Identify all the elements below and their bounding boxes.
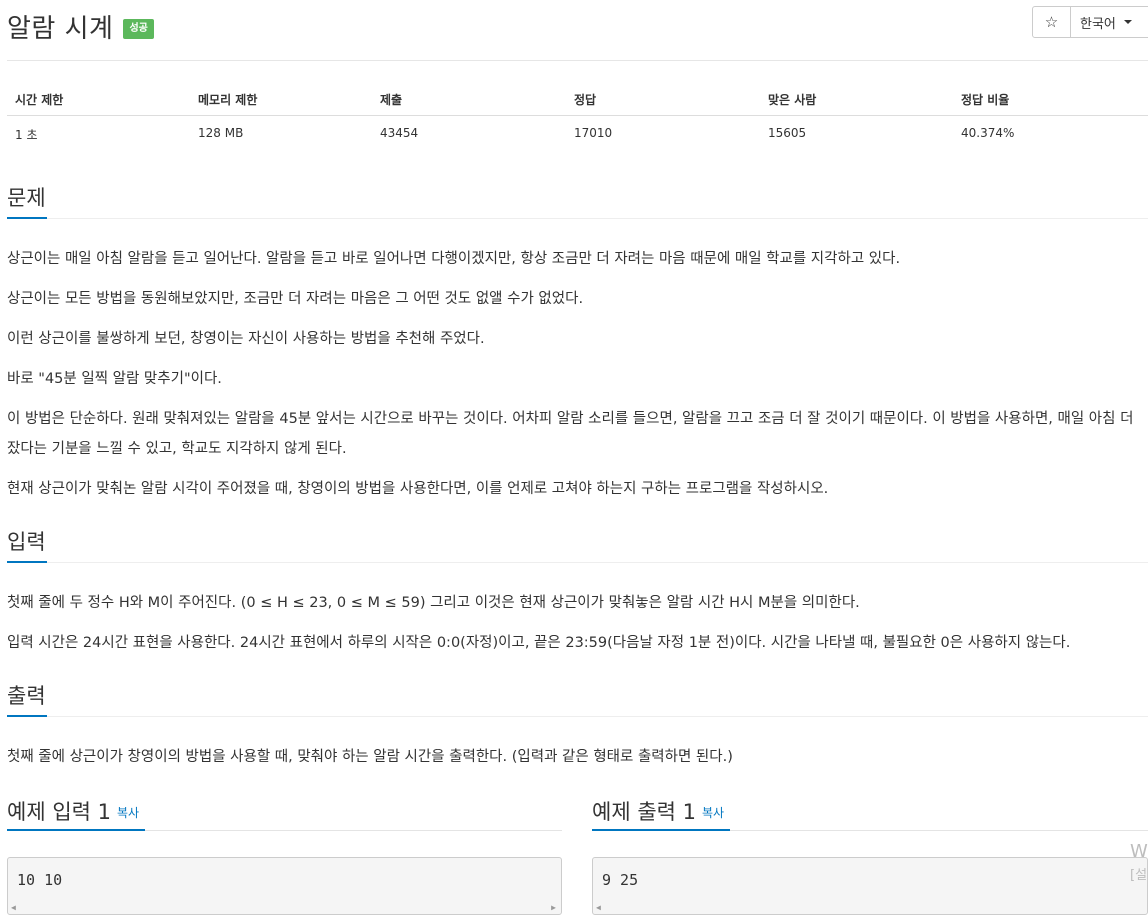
- solvers-value: 15605: [768, 126, 807, 140]
- info-table-row: 1 초 128 MB 43454 17010 15605 40.374%: [7, 116, 1148, 150]
- accepted-header: 정답: [574, 93, 597, 107]
- favorite-button[interactable]: ☆: [1032, 6, 1071, 38]
- scroll-left-icon[interactable]: ◀: [11, 903, 16, 912]
- ratio-header: 정답 비율: [961, 93, 1010, 107]
- copy-sample-output-link[interactable]: 복사: [702, 806, 724, 820]
- input-paragraph-1: 첫째 줄에 두 정수 H와 M이 주어진다. (0 ≤ H ≤ 23, 0 ≤ …: [7, 595, 860, 611]
- sample-input-title: 예제 입력 1 복사: [7, 796, 139, 826]
- output-paragraph-1: 첫째 줄에 상근이가 창영이의 방법을 사용할 때, 맞춰야 하는 알람 시간을…: [7, 749, 733, 765]
- output-section-underline: [7, 715, 47, 717]
- problem-paragraph-4: 바로 "45분 일찍 알람 맞추기"이다.: [7, 371, 222, 387]
- problem-paragraph-5: 이 방법은 단순하다. 원래 맞춰져있는 알람을 45분 앞서는 시간으로 바꾸…: [7, 411, 1134, 457]
- problem-page: 알람 시계 성공 ☆ 한국어 시간 제한 메모리 제한 제출 정답 맞은 사람 …: [0, 0, 1148, 922]
- scroll-left-icon[interactable]: ◀: [596, 903, 601, 912]
- caret-down-icon: [1123, 20, 1132, 24]
- problem-header: 알람 시계 성공: [7, 6, 154, 46]
- solvers-header: 맞은 사람: [768, 93, 817, 107]
- info-table-header: 시간 제한 메모리 제한 제출 정답 맞은 사람 정답 비율: [7, 82, 1148, 116]
- scroll-right-icon[interactable]: ▶: [551, 903, 556, 912]
- watermark: W [설: [1130, 840, 1148, 888]
- input-section-divider: [7, 562, 1148, 563]
- sample-output-underline: [592, 829, 730, 831]
- copy-sample-input-link[interactable]: 복사: [117, 806, 139, 820]
- time-limit-header: 시간 제한: [15, 93, 64, 107]
- input-section-underline: [7, 561, 47, 563]
- input-section-title: 입력: [7, 530, 46, 554]
- submissions-header: 제출: [380, 93, 403, 107]
- input-paragraph-2: 입력 시간은 24시간 표현을 사용한다. 24시간 표현에서 하루의 시작은 …: [7, 635, 1071, 651]
- problem-section-divider: [7, 218, 1148, 219]
- memory-limit-value: 128 MB: [198, 126, 244, 140]
- sample-input-value: 10 10: [17, 871, 63, 889]
- problem-info-table: 시간 제한 메모리 제한 제출 정답 맞은 사람 정답 비율 1 초 128 M…: [7, 82, 1148, 150]
- memory-limit-header: 메모리 제한: [198, 93, 258, 107]
- header-toolbar: ☆ 한국어: [1032, 6, 1148, 38]
- header-divider: [7, 60, 1148, 61]
- sample-output-box[interactable]: 9 25 ◀: [592, 857, 1148, 915]
- output-section-divider: [7, 716, 1148, 717]
- sample-input-underline: [7, 829, 145, 831]
- problem-paragraph-6: 현재 상근이가 맞춰논 알람 시각이 주어졌을 때, 창영이의 방법을 사용한다…: [7, 481, 829, 497]
- problem-section-underline: [7, 217, 47, 219]
- accepted-value: 17010: [574, 126, 613, 140]
- watermark-line-2: [설: [1130, 868, 1148, 883]
- problem-section-title: 문제: [7, 186, 46, 210]
- watermark-line-1: W: [1130, 841, 1148, 862]
- language-dropdown[interactable]: 한국어: [1071, 6, 1148, 38]
- problem-paragraph-3: 이런 상근이를 불쌍하게 보던, 창영이는 자신이 사용하는 방법을 추천해 주…: [7, 331, 485, 347]
- problem-paragraph-1: 상근이는 매일 아침 알람을 듣고 일어난다. 알람을 듣고 바로 일어나면 다…: [7, 251, 901, 267]
- sample-output-value: 9 25: [602, 871, 639, 889]
- output-section-title: 출력: [7, 684, 46, 708]
- problem-title: 알람 시계: [7, 13, 114, 44]
- sample-input-box[interactable]: 10 10 ◀ ▶: [7, 857, 562, 915]
- time-limit-value: 1 초: [15, 128, 38, 142]
- problem-paragraph-2: 상근이는 모든 방법을 동원해보았지만, 조금만 더 자려는 마음은 그 어떤 …: [7, 291, 584, 307]
- star-icon: ☆: [1044, 13, 1059, 31]
- sample-input-label: 예제 입력 1: [7, 800, 111, 824]
- status-badge: 성공: [123, 19, 154, 39]
- sample-output-label: 예제 출력 1: [592, 800, 696, 824]
- submissions-value: 43454: [380, 126, 419, 140]
- language-label: 한국어: [1080, 16, 1116, 32]
- ratio-value: 40.374%: [961, 126, 1015, 140]
- sample-output-title: 예제 출력 1 복사: [592, 796, 724, 826]
